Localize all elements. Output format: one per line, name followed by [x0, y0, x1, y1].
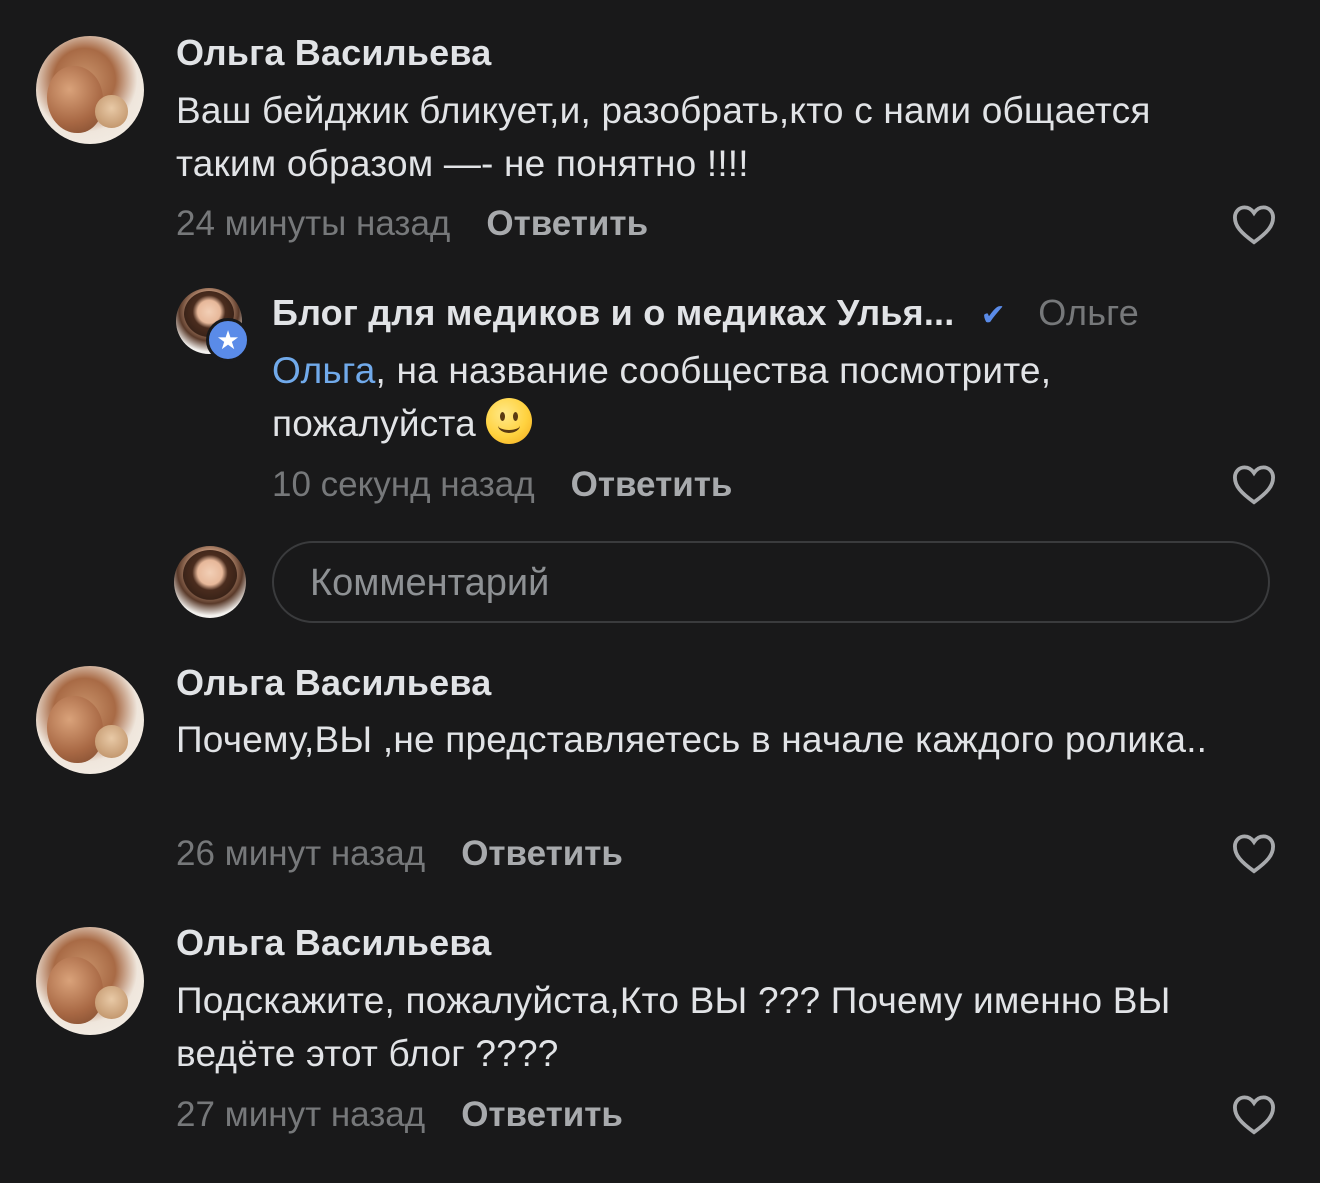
reply-button[interactable]: Ответить: [486, 204, 648, 243]
comment-input[interactable]: [308, 543, 1232, 623]
heart-icon[interactable]: [1231, 463, 1277, 505]
comment-input-box[interactable]: [272, 541, 1270, 623]
comment-author[interactable]: Ольга Васильева: [176, 662, 491, 704]
avatar[interactable]: [36, 666, 144, 774]
heart-icon[interactable]: [1231, 1093, 1277, 1135]
comment-time: 26 минут назад: [176, 834, 426, 873]
comment-meta: 24 минуты назад Ответить: [176, 204, 648, 244]
comment-text: Подскажите, пожалуйста,Кто ВЫ ??? Почему…: [176, 980, 1171, 1074]
comment-meta: 27 минут назад Ответить: [176, 1095, 623, 1135]
mention-link[interactable]: Ольга: [272, 350, 376, 391]
reply-to[interactable]: Ольге: [1038, 292, 1139, 333]
reply-author[interactable]: Блог для медиков и о медиках Улья... ✔ О…: [272, 292, 1139, 334]
smiley-icon: [485, 398, 532, 444]
heart-icon[interactable]: [1231, 203, 1277, 245]
comment-author[interactable]: Ольга Васильева: [176, 32, 491, 74]
comment-text: Ваш бейджик бликует,и, разобрать,кто с н…: [176, 90, 1151, 184]
reply-button[interactable]: Ответить: [571, 465, 733, 504]
comment-text: Почему,ВЫ ,не представляетесь в начале к…: [176, 719, 1208, 760]
star-icon: ★: [206, 318, 250, 362]
comment-time: 27 минут назад: [176, 1095, 426, 1134]
avatar[interactable]: [36, 36, 144, 144]
reply-author-name[interactable]: Блог для медиков и о медиках Улья...: [272, 292, 954, 333]
avatar[interactable]: [36, 927, 144, 1035]
reply-text: Ольга, на название сообщества посмотрите…: [272, 344, 1232, 450]
comment-meta: 26 минут назад Ответить: [176, 834, 623, 874]
reply-meta: 10 секунд назад Ответить: [272, 465, 732, 505]
reply-text-body: , на название сообщества посмотрите, пож…: [272, 350, 1052, 444]
heart-icon[interactable]: [1231, 832, 1277, 874]
reply-time: 10 секунд назад: [272, 465, 535, 504]
reply-button[interactable]: Ответить: [461, 834, 623, 873]
reply-button[interactable]: Ответить: [461, 1095, 623, 1134]
current-user-avatar: [174, 546, 246, 618]
checkmark-icon: ✔: [980, 299, 1006, 332]
comment-author[interactable]: Ольга Васильева: [176, 922, 491, 964]
comment-time: 24 минуты назад: [176, 204, 451, 243]
